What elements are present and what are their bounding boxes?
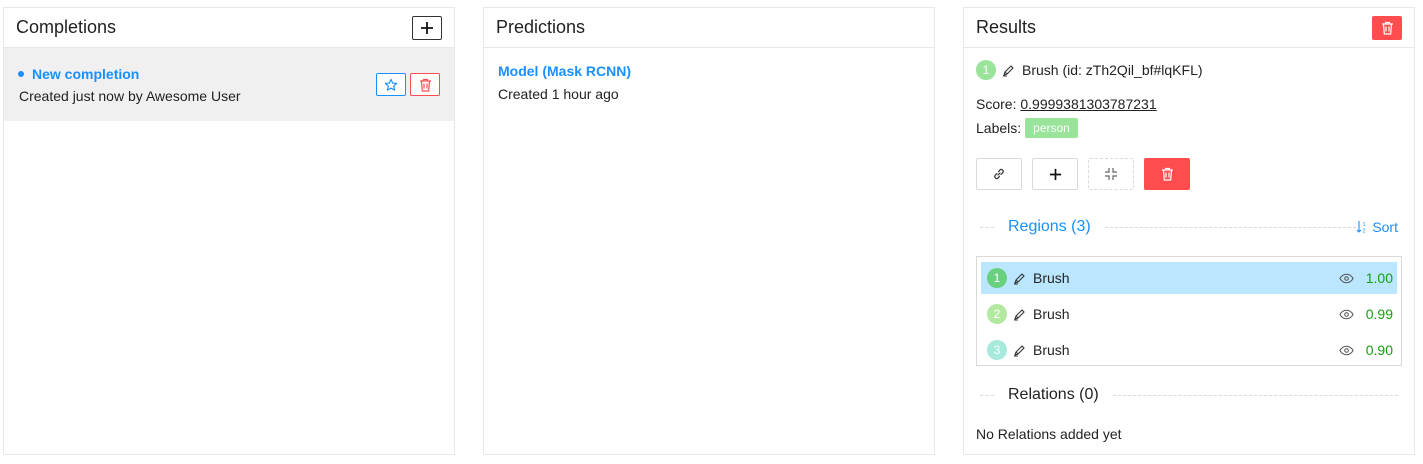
- eye-icon[interactable]: [1339, 273, 1354, 284]
- region-item-right: 0.99: [1339, 306, 1393, 322]
- labels-row: Labels: person: [976, 118, 1078, 138]
- entity-index-badge: 1: [976, 60, 996, 80]
- collapse-button[interactable]: [1088, 158, 1134, 190]
- eye-icon[interactable]: [1339, 309, 1354, 320]
- sort-button[interactable]: 12 Sort: [1356, 219, 1398, 235]
- region-list: 1 Brush 1.00 2 Brush 0.99 3 Brush 0.90: [976, 256, 1402, 366]
- plus-icon: [421, 21, 433, 34]
- trash-icon: [1161, 167, 1173, 181]
- regions-title: Regions (3): [1008, 218, 1091, 235]
- add-completion-button[interactable]: [412, 15, 442, 40]
- completions-panel: Completions New completion Created just …: [3, 7, 455, 455]
- region-score: 0.90: [1365, 342, 1393, 358]
- results-header: Results: [964, 8, 1414, 48]
- star-completion-button[interactable]: [376, 73, 406, 96]
- region-index-badge: 3: [987, 340, 1007, 360]
- region-label: Brush: [1033, 270, 1070, 286]
- delete-results-button[interactable]: [1372, 15, 1402, 40]
- region-score: 1.00: [1365, 270, 1393, 286]
- completion-subtitle: Created just now by Awesome User: [19, 88, 241, 104]
- trash-icon: [1381, 21, 1393, 35]
- predictions-panel: Predictions Model (Mask RCNN) Created 1 …: [483, 7, 935, 455]
- brush-icon: [1003, 65, 1014, 77]
- region-label: Brush: [1033, 306, 1070, 322]
- region-score: 0.99: [1365, 306, 1393, 322]
- delete-completion-button[interactable]: [410, 73, 440, 96]
- sort-label: Sort: [1372, 219, 1398, 235]
- brush-icon: [1014, 273, 1025, 285]
- completion-actions: [376, 73, 440, 96]
- completion-item[interactable]: New completion Created just now by Aweso…: [4, 48, 454, 121]
- region-item[interactable]: 2 Brush 0.99: [981, 298, 1397, 330]
- plus-icon: [1049, 168, 1061, 180]
- completion-item-title: New completion: [18, 66, 139, 82]
- region-item[interactable]: 1 Brush 1.00: [981, 262, 1397, 294]
- compress-icon: [1105, 168, 1117, 180]
- svg-text:2: 2: [1363, 229, 1366, 235]
- relations-title: Relations (0): [1008, 386, 1099, 403]
- divider-line: [980, 394, 994, 396]
- selected-entity: 1 Brush (id: zTh2Qil_bf#lqKFL): [976, 60, 1203, 80]
- score-value: 0.9999381303787231: [1020, 96, 1157, 112]
- sort-icon: 12: [1356, 221, 1366, 235]
- entity-label: Brush (id: zTh2Qil_bf#lqKFL): [1022, 62, 1203, 78]
- results-panel: Results 1 Brush (id: zTh2Qil_bf#lqKFL) S…: [963, 7, 1415, 455]
- region-item-right: 1.00: [1339, 270, 1393, 286]
- prediction-subtitle: Created 1 hour ago: [498, 86, 619, 102]
- divider-line: [1112, 394, 1398, 396]
- add-relation-button[interactable]: [1032, 158, 1078, 190]
- link-icon: [994, 168, 1004, 180]
- region-index-badge: 1: [987, 268, 1007, 288]
- region-item-left: 1 Brush: [987, 268, 1339, 288]
- results-title: Results: [976, 17, 1037, 37]
- delete-entity-button[interactable]: [1144, 158, 1190, 190]
- region-item-right: 0.90: [1339, 342, 1393, 358]
- prediction-name[interactable]: Model (Mask RCNN): [498, 63, 631, 79]
- brush-icon: [1014, 309, 1025, 321]
- predictions-title: Predictions: [496, 17, 586, 37]
- divider-line: [1104, 226, 1357, 228]
- region-item-left: 3 Brush: [987, 340, 1339, 360]
- completion-name[interactable]: New completion: [32, 66, 139, 82]
- trash-icon: [419, 78, 431, 92]
- region-label: Brush: [1033, 342, 1070, 358]
- region-item-left: 2 Brush: [987, 304, 1339, 324]
- predictions-header: Predictions: [484, 8, 934, 48]
- active-dot-icon: [18, 71, 24, 77]
- eye-icon[interactable]: [1339, 345, 1354, 356]
- region-index-badge: 2: [987, 304, 1007, 324]
- labels-label: Labels:: [976, 120, 1022, 136]
- relations-divider: Relations (0): [980, 386, 1398, 404]
- region-item[interactable]: 3 Brush 0.90: [981, 334, 1397, 366]
- score-row: Score: 0.9999381303787231: [976, 96, 1157, 112]
- score-label: Score:: [976, 96, 1017, 112]
- star-icon: [384, 78, 398, 91]
- svg-text:1: 1: [1363, 222, 1366, 228]
- entity-actions: [976, 158, 1190, 190]
- brush-icon: [1014, 345, 1025, 357]
- regions-divider: Regions (3) 12 Sort: [980, 218, 1398, 236]
- no-relations-text: No Relations added yet: [976, 426, 1122, 442]
- divider-line: [980, 226, 994, 228]
- link-button[interactable]: [976, 158, 1022, 190]
- completions-header: Completions: [4, 8, 454, 48]
- label-tag: person: [1025, 118, 1078, 138]
- completions-title: Completions: [16, 17, 117, 37]
